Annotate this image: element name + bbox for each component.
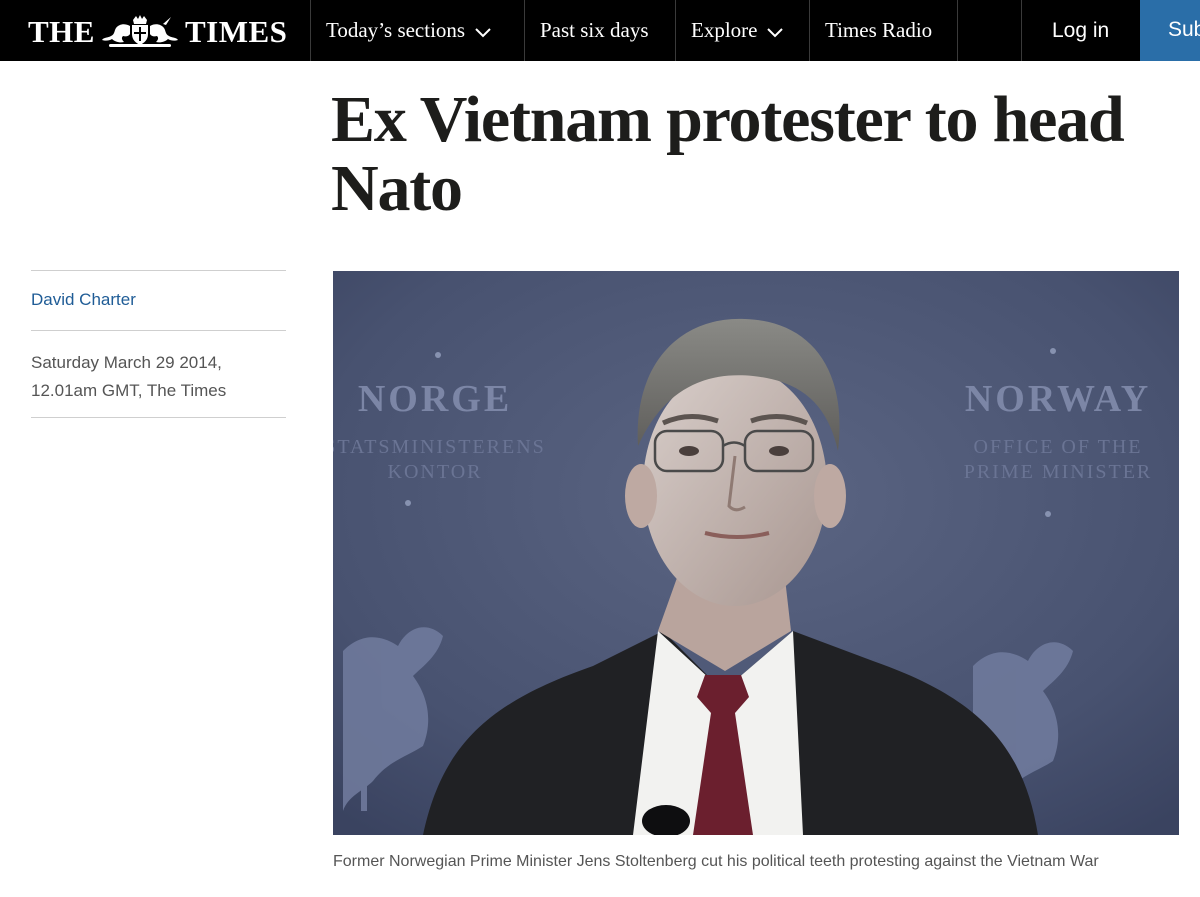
royal-crest-icon (101, 15, 178, 47)
byline-divider (31, 330, 286, 331)
backdrop-norway-sub2: PRIME MINISTER (964, 461, 1153, 483)
login-link[interactable]: Log in (1052, 0, 1109, 61)
nav-divider (524, 0, 525, 61)
nav-past-six-days[interactable]: Past six days (540, 0, 649, 61)
byline-divider (31, 417, 286, 418)
chevron-down-icon (475, 27, 491, 37)
backdrop-norway-sub1: OFFICE OF THE (974, 436, 1143, 458)
nav-label: Today’s sections (326, 18, 466, 42)
nav-times-radio[interactable]: Times Radio (825, 0, 932, 61)
backdrop-norge: NORGE (358, 378, 512, 420)
masthead-word-the: THE (28, 13, 95, 49)
masthead-word-times: TIMES (184, 13, 288, 49)
masthead-logo[interactable]: THE TIMES (28, 14, 287, 48)
nav-label: Times Radio (825, 18, 933, 42)
nav-divider (809, 0, 810, 61)
nav-divider (1021, 0, 1022, 61)
article-dateline: Saturday March 29 2014, 12.01am GMT, The… (31, 353, 227, 400)
face (643, 366, 827, 606)
nav-label: Past six days (540, 18, 649, 42)
backdrop-norge-sub2: KONTOR (388, 461, 483, 483)
image-caption: Former Norwegian Prime Minister Jens Sto… (333, 853, 1099, 870)
stoltenberg-photo: NORGE STATSMINISTERENS KONTOR NORWAY OFF… (333, 271, 1179, 835)
byline-divider (31, 270, 286, 271)
subscribe-label: Subscribe (1168, 18, 1200, 41)
subscribe-button[interactable]: Subscribe (1140, 0, 1200, 61)
lead-image: NORGE STATSMINISTERENS KONTOR NORWAY OFF… (333, 271, 1179, 835)
chevron-down-icon (767, 27, 784, 37)
top-navigation-bar: THE TIMES Today’s sections Past six days… (0, 0, 1200, 61)
backdrop-norge-sub1: STATSMINISTERENS (333, 436, 546, 458)
nav-divider (957, 0, 958, 61)
nav-todays-sections[interactable]: Today’s sections (326, 0, 491, 61)
nav-explore[interactable]: Explore (691, 0, 784, 61)
nav-divider (310, 0, 311, 61)
backdrop-norway: NORWAY (965, 378, 1151, 420)
author-link[interactable]: David Charter (31, 290, 136, 310)
nav-label: Explore (691, 18, 758, 42)
nav-divider (675, 0, 676, 61)
article-headline: Ex Vietnam protester to head Nato (331, 83, 1125, 225)
